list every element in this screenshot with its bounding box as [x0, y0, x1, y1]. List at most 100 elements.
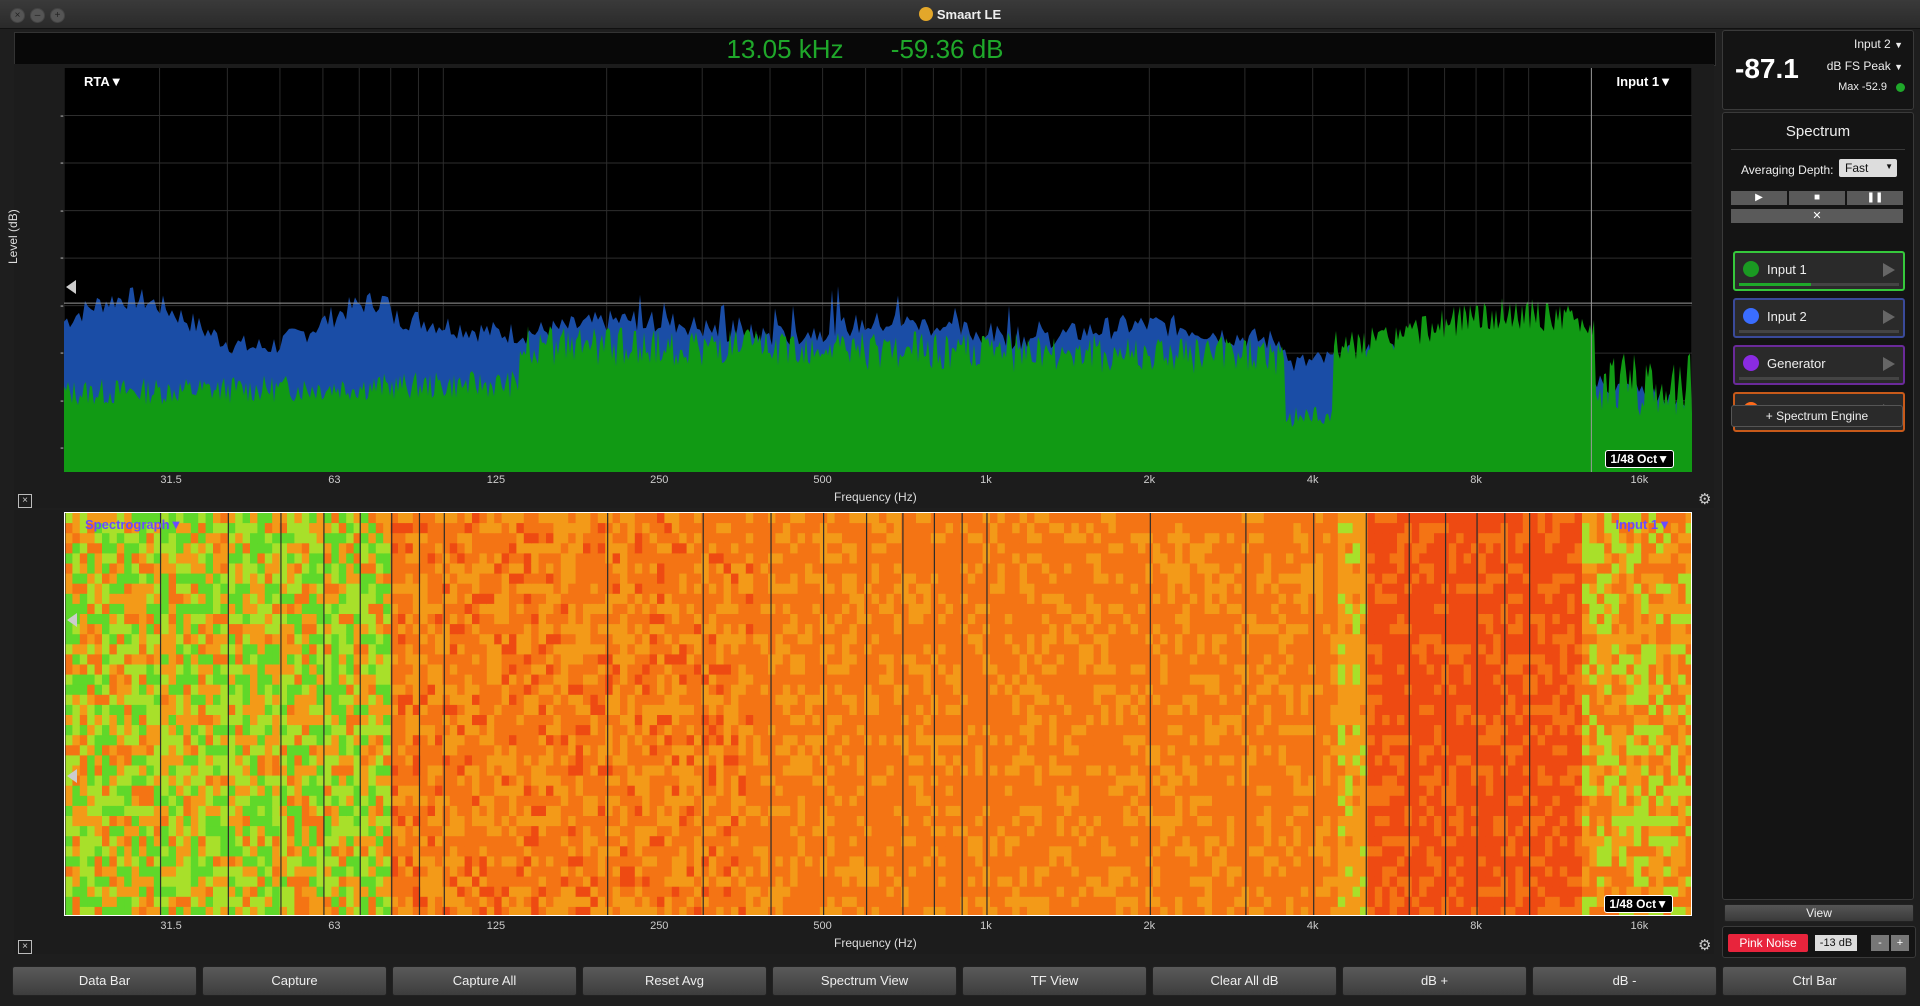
source-play-icon[interactable] [1883, 263, 1895, 277]
rta-settings-gear-icon[interactable]: ⚙ [1698, 490, 1711, 508]
spectrograph-lower-handle[interactable] [67, 769, 77, 783]
meter-value: -87.1 [1735, 53, 1799, 84]
x-tick-label: 4k [1306, 920, 1319, 932]
x-tick-label: 8k [1470, 474, 1482, 486]
view-button[interactable]: View [1724, 904, 1914, 922]
x-tick-label: 16k [1630, 920, 1649, 932]
spectrograph-x-axis-title: Frequency (Hz) [834, 936, 917, 950]
tools-icon: ✕ [1812, 210, 1822, 222]
x-tick-label: 2k [1143, 920, 1156, 932]
x-tick-label: 250 [650, 474, 669, 486]
x-tick-label: 1k [980, 474, 992, 486]
x-tick-label: 16k [1630, 474, 1649, 486]
cursor-readout: 13.05 kHz -59.36 dB [14, 32, 1716, 66]
pause-button[interactable]: ❚❚ [1847, 191, 1903, 205]
source-color-icon [1743, 308, 1759, 324]
title-bar: × – + Smaart LE [0, 0, 1920, 29]
generator-level-field[interactable]: -13 dB [1815, 935, 1857, 951]
x-tick-label: 500 [813, 474, 832, 486]
source-color-icon [1743, 355, 1759, 371]
rta-plot[interactable]: RTA▼ Input 1▼ 1/48 Oct▼ [64, 68, 1692, 472]
spectrograph-close-icon[interactable]: × [18, 940, 32, 954]
source-play-icon[interactable] [1883, 310, 1895, 324]
add-spectrum-engine-button[interactable]: + Spectrum Engine [1731, 405, 1903, 427]
source-label: Input 1 [1767, 262, 1807, 277]
x-tick-label: 250 [650, 920, 669, 932]
spectrograph-resolution-dropdown[interactable]: 1/48 Oct▼ [1604, 895, 1673, 913]
level-meter: -87.1 Input 2 ▼ dB FS Peak ▼ Max -52.9 [1722, 30, 1914, 110]
db-minus-button[interactable]: dB - [1532, 966, 1717, 996]
meter-input-dropdown[interactable]: Input 2 ▼ [1854, 37, 1903, 51]
chevron-down-icon: ▼ [1894, 40, 1903, 50]
source-meter [1739, 330, 1899, 333]
rta-x-axis-title: Frequency (Hz) [834, 490, 917, 504]
x-tick-label: 500 [813, 920, 832, 932]
app-logo-icon [918, 7, 933, 21]
control-panel: -87.1 Input 2 ▼ dB FS Peak ▼ Max -52.9 S… [1722, 30, 1914, 900]
rta-y-axis-title: Level (dB) [6, 209, 20, 264]
spectrograph-mode-dropdown[interactable]: Spectrograph▼ [85, 517, 182, 532]
capture-button[interactable]: Capture [202, 966, 387, 996]
x-tick-label: 8k [1470, 920, 1482, 932]
tf-view-button[interactable]: TF View [962, 966, 1147, 996]
spectrograph-plot[interactable]: Spectrograph▼ Input 1▼ 1/48 Oct▼ [64, 512, 1692, 916]
rta-input-dropdown[interactable]: Input 1▼ [1617, 74, 1672, 89]
reset-avg-button[interactable]: Reset Avg [582, 966, 767, 996]
source-meter [1739, 283, 1899, 286]
rta-graph [64, 68, 1692, 472]
spectrum-panel: Spectrum Averaging Depth: Fast ▼ ▶ ■ ❚❚ … [1722, 112, 1914, 900]
averaging-depth-label: Averaging Depth: [1741, 163, 1834, 177]
stop-button[interactable]: ■ [1789, 191, 1845, 205]
source-meter-fill [1739, 283, 1811, 286]
pink-noise-button[interactable]: Pink Noise [1728, 934, 1808, 952]
spectrograph-upper-handle[interactable] [67, 613, 77, 627]
generator-bar: Pink Noise -13 dB - + [1722, 926, 1916, 958]
source-color-icon [1743, 261, 1759, 277]
bottom-toolbar: Data Bar Capture Capture All Reset Avg Spect… [8, 964, 1916, 996]
x-tick-label: 63 [328, 920, 341, 932]
tools-button[interactable]: ✕ [1731, 209, 1903, 223]
clear-all-db-button[interactable]: Clear All dB [1152, 966, 1337, 996]
meter-mode-label: dB FS Peak [1826, 59, 1891, 73]
rta-mode-dropdown[interactable]: RTA▼ [84, 74, 123, 89]
spectrograph-input-dropdown[interactable]: Input 1▼ [1616, 517, 1671, 532]
chevron-down-icon: ▼ [1885, 162, 1893, 171]
signal-led-icon [1896, 83, 1905, 92]
generator-level-decrease-button[interactable]: - [1871, 935, 1889, 951]
spectrum-view-button[interactable]: Spectrum View [772, 966, 957, 996]
source-label: Input 2 [1767, 309, 1807, 324]
db-plus-button[interactable]: dB + [1342, 966, 1527, 996]
x-tick-label: 125 [486, 474, 506, 486]
source-button-input-1[interactable]: Input 1 [1733, 251, 1905, 291]
spectrograph-graph [65, 513, 1691, 915]
rta-close-icon[interactable]: × [18, 494, 32, 508]
x-tick-label: 31.5 [160, 920, 182, 932]
source-button-input-2[interactable]: Input 2 [1733, 298, 1905, 338]
x-tick-label: 4k [1306, 474, 1319, 486]
source-label: Generator [1767, 356, 1826, 371]
capture-all-button[interactable]: Capture All [392, 966, 577, 996]
source-meter [1739, 377, 1899, 380]
source-play-icon[interactable] [1883, 357, 1895, 371]
app-title-text: Smaart LE [936, 7, 1002, 22]
chevron-down-icon: ▼ [1894, 62, 1903, 72]
source-button-generator[interactable]: Generator [1733, 345, 1905, 385]
play-button[interactable]: ▶ [1731, 191, 1787, 205]
x-tick-label: 1k [980, 920, 992, 932]
spectrograph-settings-gear-icon[interactable]: ⚙ [1698, 936, 1711, 954]
x-tick-label: 2k [1143, 474, 1156, 486]
averaging-depth-select[interactable]: Fast ▼ [1839, 159, 1897, 177]
meter-mode-dropdown[interactable]: dB FS Peak ▼ [1827, 59, 1903, 73]
rta-resolution-dropdown[interactable]: 1/48 Oct▼ [1605, 450, 1674, 468]
rta-panel: Level (dB) -12-24-36-48-60-72-84-96 RTA▼… [6, 64, 1714, 508]
readout-level: -59.36 dB [890, 34, 1004, 64]
spectrograph-panel: Spectrograph▼ Input 1▼ 1/48 Oct▼ 31.5 63 1… [14, 510, 1714, 954]
x-tick-label: 63 [328, 474, 341, 486]
generator-level-increase-button[interactable]: + [1891, 935, 1909, 951]
spectrum-panel-title: Spectrum [1785, 123, 1851, 140]
ctrl-bar-button[interactable]: Ctrl Bar [1722, 966, 1907, 996]
rta-threshold-handle[interactable] [66, 280, 76, 294]
data-bar-button[interactable]: Data Bar [12, 966, 197, 996]
x-tick-label: 125 [486, 920, 506, 932]
x-tick-label: 31.5 [160, 474, 182, 486]
